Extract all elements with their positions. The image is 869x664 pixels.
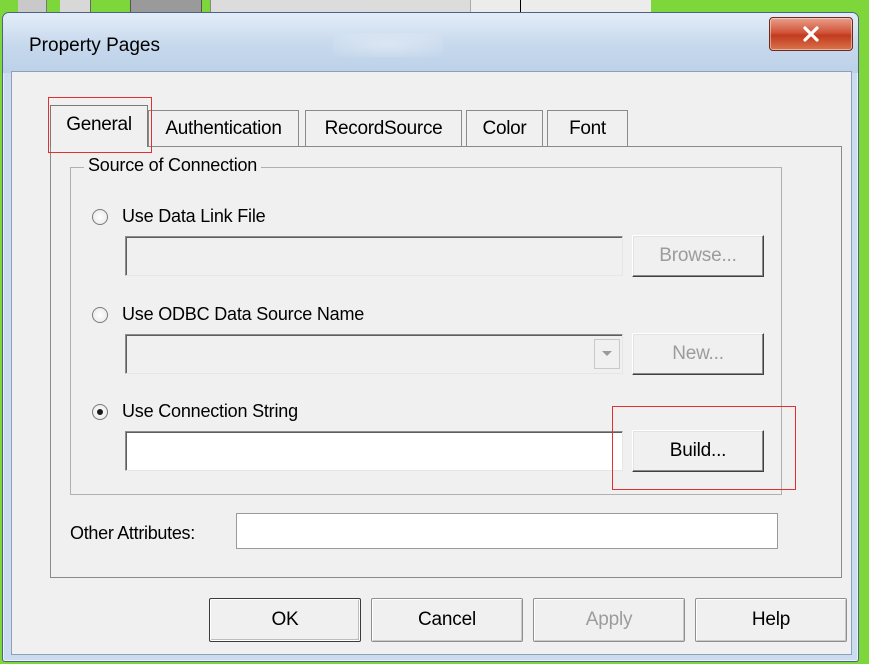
radio-use-odbc-data-source-name[interactable]: Use ODBC Data Source Name (92, 304, 364, 325)
browse-button[interactable]: Browse... (632, 235, 764, 277)
close-x-icon (803, 26, 819, 42)
tab-general-label: General (66, 113, 132, 135)
close-button[interactable] (769, 17, 853, 51)
property-pages-dialog: Property Pages General Authentication Re… (2, 12, 859, 662)
tab-general[interactable]: General (50, 105, 148, 147)
new-button[interactable]: New... (632, 333, 764, 375)
ok-button[interactable]: OK (209, 598, 361, 642)
radio-label: Use Data Link File (122, 206, 266, 226)
tab-authentication-label: Authentication (165, 117, 282, 139)
apply-button[interactable]: Apply (533, 598, 685, 642)
help-button[interactable]: Help (695, 598, 847, 642)
other-attributes-label: Other Attributes: (70, 523, 195, 543)
radio-button[interactable] (92, 306, 108, 323)
data-link-file-field[interactable] (125, 236, 623, 276)
radio-label: Use Connection String (122, 401, 298, 421)
tab-recordsource[interactable]: RecordSource (305, 110, 462, 146)
radio-use-connection-string[interactable]: Use Connection String (92, 401, 298, 422)
tab-font-label: Font (569, 117, 606, 139)
title-bar[interactable]: Property Pages (3, 13, 858, 73)
radio-button[interactable] (92, 208, 108, 225)
connection-string-field[interactable] (125, 431, 623, 471)
odbc-data-source-dropdown[interactable] (125, 334, 623, 374)
tab-recordsource-label: RecordSource (324, 117, 443, 139)
radio-button-checked[interactable] (92, 403, 108, 420)
title-bar-glow (333, 33, 443, 57)
odbc-data-source-input[interactable] (126, 335, 622, 373)
tab-color-label: Color (482, 117, 527, 139)
tab-authentication[interactable]: Authentication (148, 110, 299, 146)
dialog-title: Property Pages (29, 35, 160, 56)
tab-color[interactable]: Color (466, 110, 543, 146)
radio-label: Use ODBC Data Source Name (122, 304, 365, 324)
cancel-button[interactable]: Cancel (371, 598, 523, 642)
dialog-client-area: General Authentication RecordSource Colo… (11, 71, 852, 655)
chevron-down-icon[interactable] (594, 339, 620, 369)
tab-font[interactable]: Font (547, 110, 628, 146)
group-title: Source of Connection (84, 155, 262, 176)
background-caret (520, 0, 521, 12)
connection-string-input[interactable] (126, 432, 622, 470)
other-attributes-field[interactable] (236, 513, 778, 549)
radio-use-data-link-file[interactable]: Use Data Link File (92, 206, 266, 227)
data-link-file-input[interactable] (126, 237, 622, 275)
build-button[interactable]: Build... (632, 430, 764, 472)
other-attributes-input[interactable] (237, 514, 777, 548)
